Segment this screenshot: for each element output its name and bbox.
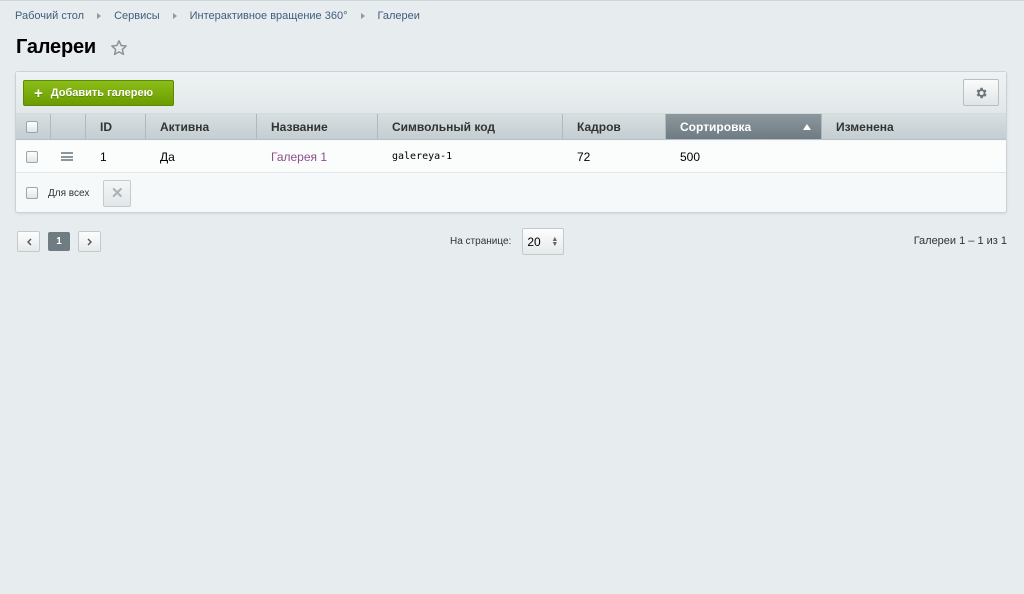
cell-id: 1 bbox=[100, 149, 107, 164]
toolbar: + Добавить галерею bbox=[16, 72, 1006, 114]
column-header-id[interactable]: ID bbox=[86, 114, 146, 139]
row-checkbox[interactable] bbox=[26, 150, 38, 163]
row-select-cell bbox=[16, 150, 51, 163]
add-gallery-label: Добавить галерею bbox=[50, 87, 153, 99]
row-menu-cell bbox=[51, 152, 86, 161]
column-header-sort[interactable]: Сортировка bbox=[666, 114, 822, 139]
column-header-modified[interactable]: Изменена bbox=[822, 114, 1006, 139]
column-header-sort-label: Сортировка bbox=[680, 119, 752, 134]
cell-frames: 72 bbox=[577, 149, 591, 164]
pagination: 1 bbox=[17, 231, 101, 252]
breadcrumb-separator-icon bbox=[172, 13, 177, 19]
column-header-name[interactable]: Название bbox=[257, 114, 378, 139]
page-title: Галереи bbox=[16, 36, 96, 58]
breadcrumb-separator-icon bbox=[360, 13, 365, 19]
per-page-select[interactable]: 20 ▲ ▼ bbox=[522, 228, 565, 255]
per-page-label: На странице: bbox=[450, 236, 512, 247]
cell-sort: 500 bbox=[680, 149, 701, 164]
select-all-checkbox[interactable] bbox=[26, 120, 38, 133]
table-header: ID Активна Название Символьный код Кадро… bbox=[16, 114, 1006, 140]
breadcrumb: Рабочий стол Сервисы Интерактивное враще… bbox=[15, 10, 420, 22]
gallery-list-panel: + Добавить галерею ID Активна Название С… bbox=[15, 71, 1007, 213]
sort-ascending-icon bbox=[803, 124, 811, 130]
column-header-code[interactable]: Символьный код bbox=[378, 114, 563, 139]
cell-active: Да bbox=[160, 149, 175, 164]
chevron-right-icon bbox=[87, 238, 92, 245]
per-page-control: На странице: 20 ▲ ▼ bbox=[450, 228, 565, 255]
plus-icon: + bbox=[34, 84, 43, 102]
cell-name-link[interactable]: Галерея 1 bbox=[257, 150, 378, 164]
chevron-left-icon bbox=[26, 238, 31, 245]
current-page[interactable]: 1 bbox=[48, 232, 70, 251]
header-drag-column bbox=[51, 114, 86, 139]
settings-button[interactable] bbox=[963, 79, 999, 106]
breadcrumb-item-rotation-360[interactable]: Интерактивное вращение 360° bbox=[190, 10, 348, 22]
cell-code: galereya-1 bbox=[392, 151, 453, 162]
row-menu-icon[interactable] bbox=[61, 152, 73, 161]
per-page-value: 20 bbox=[527, 234, 541, 249]
delete-button[interactable]: ✕ bbox=[103, 179, 132, 207]
title-row: Галереи bbox=[16, 36, 128, 59]
for-all-checkbox[interactable] bbox=[26, 187, 38, 199]
column-header-active[interactable]: Активна bbox=[146, 114, 257, 139]
gear-icon bbox=[976, 87, 987, 98]
for-all-label: Для всех bbox=[48, 187, 90, 199]
add-gallery-button[interactable]: + Добавить галерею bbox=[23, 80, 174, 106]
total-info: Галереи 1 – 1 из 1 bbox=[913, 235, 1007, 247]
column-header-frames[interactable]: Кадров bbox=[563, 114, 666, 139]
stepper-arrows-icon: ▲ ▼ bbox=[551, 236, 559, 248]
prev-page-button[interactable] bbox=[17, 231, 40, 252]
header-select-all bbox=[16, 114, 51, 139]
breadcrumb-item-services[interactable]: Сервисы bbox=[114, 10, 160, 22]
close-icon: ✕ bbox=[111, 185, 124, 202]
breadcrumb-item-galleries[interactable]: Галереи bbox=[378, 10, 420, 22]
for-all-group: Для всех bbox=[16, 187, 89, 199]
breadcrumb-separator-icon bbox=[97, 13, 102, 19]
star-icon[interactable] bbox=[110, 39, 128, 57]
next-page-button[interactable] bbox=[78, 231, 101, 252]
group-actions-row: Для всех ✕ bbox=[16, 174, 1006, 212]
table-row: 1 Да Галерея 1 galereya-1 72 500 bbox=[16, 141, 1006, 173]
breadcrumb-item-desktop[interactable]: Рабочий стол bbox=[15, 10, 84, 22]
